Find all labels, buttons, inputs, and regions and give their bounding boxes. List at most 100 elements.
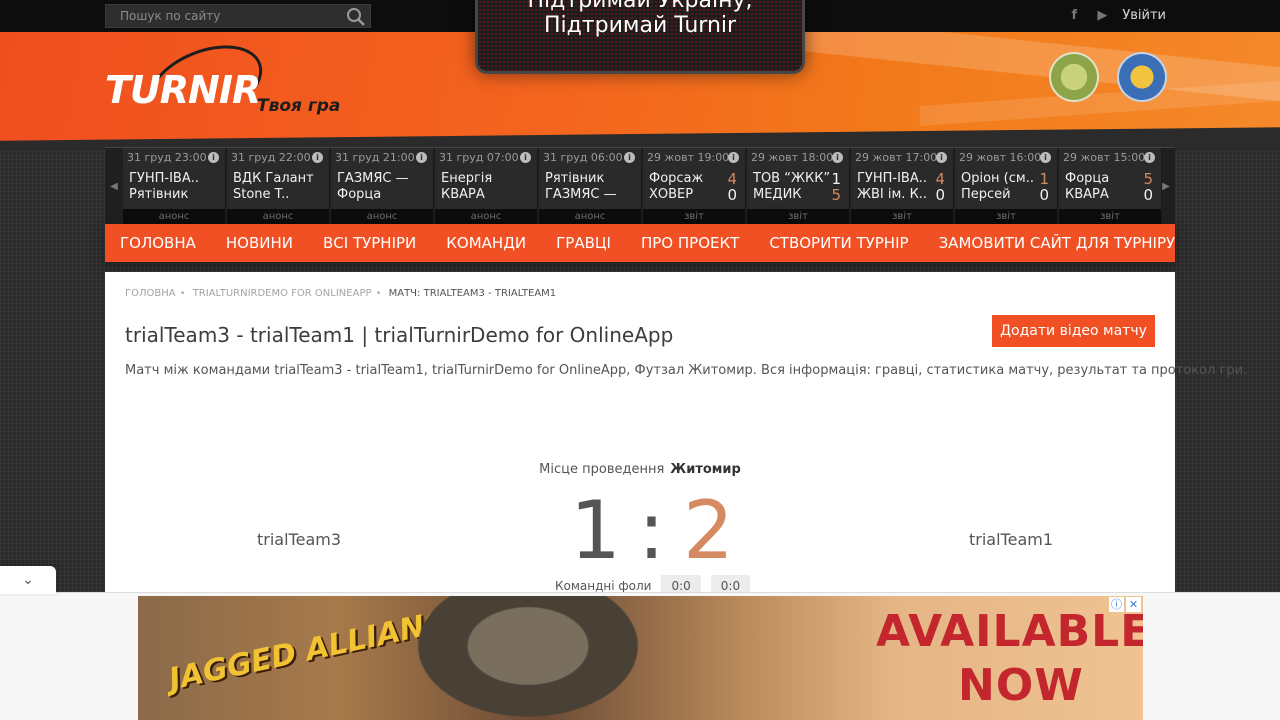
info-icon[interactable]: i: [312, 152, 323, 163]
match-date: 31 груд 06:00: [543, 151, 623, 164]
add-video-button[interactable]: Додати відео матчу: [992, 315, 1155, 347]
match-date: 29 жовт 19:00: [647, 151, 730, 164]
match-card[interactable]: 29 жовт 18:00 i ТОВ “ЖКК” МЕДИК 1 5 звіт: [747, 148, 850, 225]
match-status[interactable]: анонс: [227, 209, 329, 225]
match-home-team: ГАЗМЯС —: [337, 171, 409, 186]
match-status[interactable]: звіт: [1059, 209, 1161, 225]
nav-item[interactable]: ВСІ ТУРНІРИ: [308, 234, 431, 252]
ad-banner[interactable]: JAGGED ALLIANCE 3 AVAILABLE NOW ⓘ ✕: [138, 596, 1143, 720]
info-icon[interactable]: i: [208, 152, 219, 163]
page-description: Матч між командами trialTeam3 - trialTea…: [125, 363, 1248, 378]
match-home-team: Форсаж: [649, 171, 704, 186]
support-ukraine-banner[interactable]: Підтримай Україну, Підтримай Turnir: [475, 0, 805, 74]
match-status[interactable]: звіт: [747, 209, 849, 225]
match-away-team: КВАРА: [1065, 187, 1109, 202]
match-date: 29 жовт 18:00: [751, 151, 834, 164]
match-card[interactable]: 31 груд 07:00 i Енергія КВАРА анонс: [435, 148, 538, 225]
ad-headline-2: NOW: [958, 660, 1084, 711]
nav-item[interactable]: ЗАМОВИТИ САЙТ ДЛЯ ТУРНІРУ: [924, 234, 1191, 252]
match-card[interactable]: 31 груд 23:00 i ГУНП-ІВА.. Рятівник анонс: [123, 148, 226, 225]
ticker-prev-arrow-icon[interactable]: ◀: [105, 148, 123, 225]
match-away-score: 0: [935, 186, 945, 204]
info-icon[interactable]: i: [832, 152, 843, 163]
nav-item[interactable]: ПРО ПРОЕКТ: [626, 234, 754, 252]
match-away-score: 0: [727, 186, 737, 204]
match-card[interactable]: 29 жовт 17:00 i ГУНП-ІВА.. ЖВІ ім. К.. 4 0 зві…: [851, 148, 954, 225]
main-content: ГОЛОВНА • TRIALTURNIRDEMO FOR ONLINEAPP • …: [105, 272, 1247, 597]
match-status[interactable]: звіт: [851, 209, 953, 225]
ticker-next-arrow-icon[interactable]: ▶: [1157, 148, 1175, 225]
match-card[interactable]: 29 жовт 16:00 i Оріон (см.. Персей 1 0 звіт: [955, 148, 1058, 225]
top-links: f ▶ Увійти: [1066, 7, 1167, 23]
match-away-team: Форца: [337, 187, 382, 202]
facebook-icon[interactable]: f: [1066, 7, 1082, 23]
ad-collapse-chevron-icon[interactable]: ⌄: [0, 566, 56, 594]
info-icon[interactable]: i: [728, 152, 739, 163]
nav-item[interactable]: НОВИНИ: [211, 234, 308, 252]
breadcrumb-tournament[interactable]: TRIALTURNIRDEMO FOR ONLINEAPP: [193, 288, 372, 299]
away-team-name[interactable]: trialTeam1: [969, 530, 1053, 549]
venue-label: Місце проведення: [539, 462, 665, 477]
info-icon[interactable]: i: [416, 152, 427, 163]
logo-tagline: Твоя гра: [257, 96, 341, 116]
match-status[interactable]: анонс: [123, 209, 225, 225]
info-icon[interactable]: i: [1040, 152, 1051, 163]
match-card[interactable]: 29 жовт 15:00 i Форца КВАРА 5 0 звіт: [1059, 148, 1162, 225]
breadcrumb: ГОЛОВНА • TRIALTURNIRDEMO FOR ONLINEAPP • …: [125, 288, 557, 299]
search-input[interactable]: [106, 5, 342, 27]
match-home-team: Енергія: [441, 171, 493, 186]
match-date: 31 груд 23:00: [127, 151, 207, 164]
match-home-team: ТОВ “ЖКК”: [753, 171, 831, 186]
ad-info-icon[interactable]: ⓘ: [1109, 597, 1124, 612]
breadcrumb-home[interactable]: ГОЛОВНА: [125, 288, 176, 299]
youtube-icon[interactable]: ▶: [1094, 7, 1110, 23]
ad-close-icon[interactable]: ✕: [1126, 597, 1141, 612]
logo-word: TURNIR: [105, 68, 261, 112]
ad-controls: ⓘ ✕: [1109, 597, 1141, 612]
away-score: 2: [683, 484, 734, 577]
nav-item[interactable]: ГРАВЦІ: [541, 234, 626, 252]
home-team-name[interactable]: trialTeam3: [257, 530, 341, 549]
match-card[interactable]: 31 груд 22:00 i ВДК Галант Stone T.. анонс: [227, 148, 330, 225]
match-home-team: Форца: [1065, 171, 1110, 186]
info-icon[interactable]: i: [624, 152, 635, 163]
football-association-crest-icon[interactable]: [1117, 52, 1167, 102]
match-home-team: ВДК Галант: [233, 171, 314, 186]
match-status[interactable]: анонс: [331, 209, 433, 225]
match-away-team: ЖВІ ім. К..: [857, 187, 928, 202]
ad-headline-1: AVAILABLE: [876, 606, 1143, 657]
info-icon[interactable]: i: [936, 152, 947, 163]
match-date: 29 жовт 16:00: [959, 151, 1042, 164]
match-date: 29 жовт 17:00: [855, 151, 938, 164]
banner-line-2: Підтримай Turnir: [543, 13, 737, 38]
site-logo[interactable]: TURNIR Твоя гра: [105, 30, 345, 140]
match-status[interactable]: анонс: [435, 209, 537, 225]
breadcrumb-current: МАТЧ: TRIALTEAM3 - TRIALTEAM1: [388, 288, 557, 299]
match-card[interactable]: 29 жовт 19:00 i Форсаж ХОВЕР 4 0 звіт: [643, 148, 746, 225]
login-link[interactable]: Увійти: [1122, 8, 1166, 23]
nav-item[interactable]: ГОЛОВНА: [105, 234, 211, 252]
match-away-team: Stone T..: [233, 187, 290, 202]
search-icon[interactable]: [346, 7, 366, 27]
match-card[interactable]: 31 груд 21:00 i ГАЗМЯС — Форца анонс: [331, 148, 434, 225]
info-icon[interactable]: i: [1144, 152, 1155, 163]
match-away-team: ХОВЕР: [649, 187, 694, 202]
match-home-team: Оріон (см..: [961, 171, 1034, 186]
match-date: 29 жовт 15:00: [1063, 151, 1146, 164]
match-venue: Місце проведення Житомир: [105, 462, 1175, 477]
match-card[interactable]: 31 груд 06:00 i Рятівник ГАЗМЯС — анонс: [539, 148, 642, 225]
match-away-team: Рятівник: [129, 187, 189, 202]
match-home-team: ГУНП-ІВА..: [129, 171, 200, 186]
nav-item[interactable]: КОМАНДИ: [431, 234, 541, 252]
fouls-label: Командні фоли: [555, 579, 652, 593]
nav-item[interactable]: СТВОРИТИ ТУРНІР: [754, 234, 923, 252]
matches-ticker: ◀ 31 груд 23:00 i ГУНП-ІВА.. Рятівник анонс 3…: [105, 147, 1175, 225]
match-away-team: ГАЗМЯС —: [545, 187, 617, 202]
info-icon[interactable]: i: [520, 152, 531, 163]
match-status[interactable]: анонс: [539, 209, 641, 225]
match-status[interactable]: звіт: [955, 209, 1057, 225]
match-status[interactable]: звіт: [643, 209, 745, 225]
match-away-team: МЕДИК: [753, 187, 802, 202]
city-crest-icon[interactable]: [1049, 52, 1099, 102]
page-title: trialTeam3 - trialTeam1 | trialTurnirDem…: [125, 323, 674, 347]
